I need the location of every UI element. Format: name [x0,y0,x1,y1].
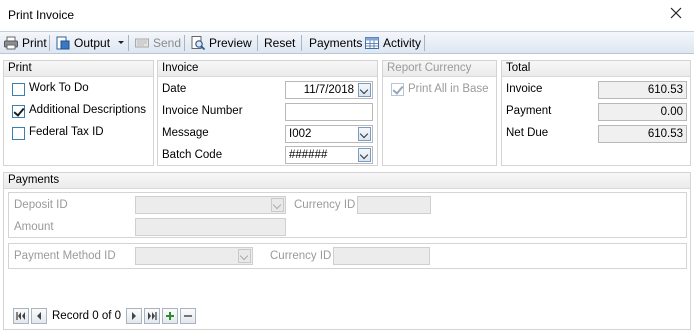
close-icon[interactable] [668,5,684,21]
output-icon [56,36,70,50]
print-group: Print Work To Do Additional Descriptions… [3,60,154,166]
work-to-do-label: Work To Do [29,82,89,94]
last-record-button[interactable] [144,308,161,324]
toolbar-separator [301,35,302,51]
next-record-icon [132,312,137,320]
preview-button-label: Preview [209,36,252,50]
work-to-do-checkbox[interactable] [12,83,25,96]
record-position-text: Record 0 of 0 [52,310,122,322]
grid-icon [365,37,379,49]
output-button-label: Output [74,36,111,50]
amount-label: Amount [14,221,54,233]
reset-button[interactable]: Reset [264,34,295,52]
payment-method-id-dropdown-button[interactable] [238,249,251,263]
print-button-label: Print [22,36,47,50]
batch-code-dropdown-button[interactable] [358,148,371,162]
delete-record-button[interactable] [180,308,197,324]
total-group-header: Total [502,61,690,77]
print-all-in-base-checkbox[interactable] [391,83,404,96]
date-value: 11/7/2018 [303,84,354,96]
invoice-total-value: 610.53 [647,84,683,96]
payments-button[interactable]: Payments [309,34,362,52]
currency-id-field-2[interactable] [333,247,430,265]
federal-tax-id-checkbox[interactable] [12,127,25,140]
additional-descriptions-checkbox[interactable] [12,105,25,118]
output-button[interactable]: Output [55,34,125,52]
currency-id-label: Currency ID [294,199,356,211]
first-record-icon [16,312,25,320]
deposit-id-label: Deposit ID [14,199,68,211]
toolbar-separator [257,35,258,51]
payment-total-field: 0.00 [598,103,687,121]
print-button[interactable]: Print [3,34,47,52]
toolbar-separator [128,35,129,51]
payment-total-value: 0.00 [660,106,683,118]
first-record-button[interactable] [13,308,29,324]
payment-method-subgroup: Payment Method ID Currency ID [8,243,687,269]
message-label: Message [162,127,209,139]
total-group: Total Invoice 610.53 Payment 0.00 Net Du… [501,60,691,166]
previous-record-button[interactable] [31,308,47,324]
batch-code-select[interactable]: ###### [285,146,373,164]
payments-button-label: Payments [309,36,363,50]
report-currency-group: Report Currency Print All in Base [382,60,497,166]
print-group-header: Print [4,61,153,77]
invoice-total-label: Invoice [506,83,543,95]
additional-descriptions-label: Additional Descriptions [29,104,146,116]
chevron-down-icon [118,41,125,44]
payments-group: Payments Deposit ID Currency ID Amount P… [3,172,691,330]
add-record-button[interactable] [162,308,179,324]
payment-total-label: Payment [506,105,552,117]
payment-method-id-select[interactable] [135,247,253,265]
date-label: Date [162,83,187,95]
message-dropdown-button[interactable] [358,127,371,141]
invoice-total-field: 610.53 [598,81,687,99]
deposit-id-dropdown-button[interactable] [271,198,284,212]
next-record-button[interactable] [126,308,143,324]
net-due-value: 610.53 [647,128,683,140]
preview-button[interactable]: Preview [190,34,252,52]
deposit-subgroup: Deposit ID Currency ID Amount [8,192,687,238]
send-button[interactable]: Send [134,34,181,52]
send-button-label: Send [153,36,182,50]
federal-tax-id-label: Federal Tax ID [29,126,104,138]
toolbar: Print Output Send Preview Reset Payments… [0,31,694,54]
amount-field[interactable] [135,218,286,236]
window-title: Print Invoice [8,8,75,22]
activity-button-label: Activity [383,36,422,50]
date-dropdown-button[interactable] [358,83,371,97]
print-all-in-base-label: Print All in Base [408,83,489,95]
report-currency-header: Report Currency [383,61,496,77]
toolbar-separator [424,35,425,51]
activity-button[interactable]: Activity [364,34,421,52]
currency-id-label-2: Currency ID [270,250,332,262]
previous-record-icon [37,312,41,320]
title-bar: Print Invoice [0,0,694,31]
plus-icon [166,312,175,320]
message-value: I002 [289,128,312,140]
batch-code-label: Batch Code [162,149,223,161]
invoice-number-label: Invoice Number [162,105,243,117]
preview-icon [191,36,206,51]
record-navigator: Record 0 of 0 [13,308,197,324]
message-select[interactable]: I002 [285,125,373,143]
toolbar-separator [49,35,50,51]
currency-id-field[interactable] [357,196,431,214]
payment-method-id-label: Payment Method ID [14,250,116,262]
invoice-number-field[interactable] [285,103,373,121]
printer-icon [4,36,18,50]
payments-group-header: Payments [4,173,690,189]
invoice-group-header: Invoice [158,61,377,77]
reset-button-label: Reset [264,36,296,50]
deposit-id-select[interactable] [135,196,286,214]
toolbar-separator [184,35,185,51]
send-icon [135,38,149,48]
minus-icon [184,315,193,317]
batch-code-value: ###### [289,149,328,161]
net-due-label: Net Due [506,127,549,139]
last-record-icon [148,312,157,320]
net-due-field: 610.53 [598,125,687,143]
date-field[interactable]: 11/7/2018 [285,81,373,99]
invoice-group: Invoice Date 11/7/2018 Invoice Number Me… [157,60,378,166]
